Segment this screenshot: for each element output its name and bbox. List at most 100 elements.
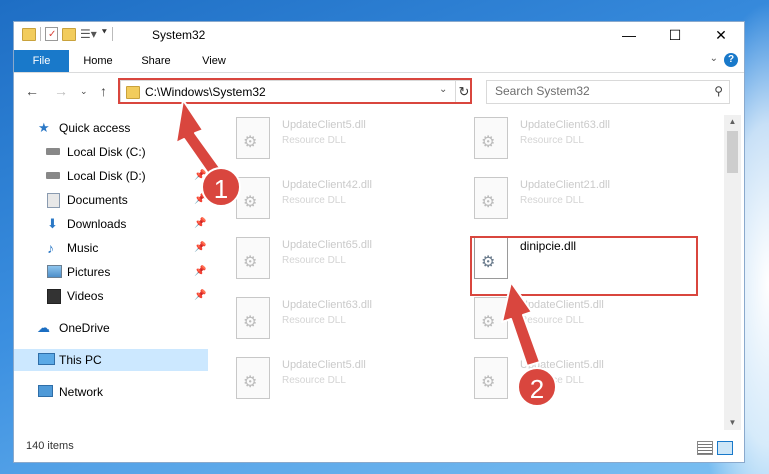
sidebar-item-label: OneDrive xyxy=(59,321,110,335)
file-item[interactable]: UpdateClient5.dll Resource DLL xyxy=(460,295,680,349)
sidebar-item-onedrive[interactable]: ☁ OneDrive xyxy=(14,317,208,339)
pin-icon[interactable]: 📌 xyxy=(194,213,206,235)
file-item[interactable]: UpdateClient5.dll Resource DLL xyxy=(222,355,442,409)
file-item[interactable]: UpdateClient21.dll Resource DLL xyxy=(460,175,680,229)
expand-ribbon-icon[interactable]: ⌄ xyxy=(710,53,718,64)
step-2-badge: 2 xyxy=(517,367,557,407)
sidebar-item-label: Quick access xyxy=(59,121,131,135)
dll-file-icon xyxy=(474,297,508,339)
scroll-up-icon[interactable]: ▲ xyxy=(724,115,741,129)
pin-icon[interactable]: 📌 xyxy=(194,237,206,259)
sidebar-item-label: Network xyxy=(59,385,104,399)
search-box[interactable]: ⚲ xyxy=(486,80,730,104)
scroll-thumb[interactable] xyxy=(727,131,738,173)
sidebar-item-documents[interactable]: Documents 📌 xyxy=(14,189,208,211)
dll-file-icon xyxy=(236,297,270,339)
status-bar: 140 items xyxy=(14,430,744,462)
tab-share[interactable]: Share xyxy=(134,50,178,72)
sidebar-item-label: Videos xyxy=(67,289,104,303)
folder-icon xyxy=(22,27,36,41)
dll-file-icon xyxy=(236,237,270,279)
recent-locations-icon[interactable]: ⌄ xyxy=(80,86,88,97)
navigation-pane: ★ Quick access Local Disk (C:) 📌 Local D… xyxy=(14,115,208,420)
title-bar: ✓ ☰▾ ⯆ System32 — ☐ ✕ xyxy=(14,22,744,48)
toolbar-divider xyxy=(111,27,113,41)
forward-arrow-icon[interactable]: → xyxy=(54,83,68,99)
quick-access-toolbar: ✓ ☰▾ ⯆ xyxy=(22,27,113,41)
tab-file[interactable]: File xyxy=(14,50,69,72)
navigation-bar: ← → ⌄ ↑ C:\Windows\System32 ⌄ ↻ ⚲ xyxy=(14,73,744,109)
drive-icon xyxy=(46,172,60,179)
view-options-icon[interactable]: ☰▾ xyxy=(80,27,97,41)
tab-home[interactable]: Home xyxy=(76,50,120,72)
sidebar-item-music[interactable]: ♪ Music 📌 xyxy=(14,237,208,259)
up-arrow-icon[interactable]: ↑ xyxy=(100,83,107,99)
file-name: UpdateClient65.dll xyxy=(282,239,372,251)
sidebar-item-local-disk-d[interactable]: Local Disk (D:) 📌 xyxy=(14,165,208,187)
large-icons-view-icon[interactable] xyxy=(717,441,733,455)
file-type: Resource DLL xyxy=(282,255,346,266)
dll-file-icon xyxy=(474,177,508,219)
customize-toolbar-icon[interactable]: ⯆ xyxy=(101,27,108,41)
file-type: Resource DLL xyxy=(520,315,584,326)
star-icon: ★ xyxy=(38,120,50,135)
file-name: UpdateClient21.dll xyxy=(520,179,610,191)
file-name: UpdateClient5.dll xyxy=(282,359,366,371)
videos-icon xyxy=(47,289,61,304)
sidebar-item-label: Downloads xyxy=(67,217,127,231)
back-arrow-icon[interactable]: ← xyxy=(25,83,39,99)
dll-file-icon xyxy=(474,117,508,159)
sidebar-item-pictures[interactable]: Pictures 📌 xyxy=(14,261,208,283)
computer-icon xyxy=(38,353,55,365)
scroll-down-icon[interactable]: ▼ xyxy=(724,416,741,430)
address-highlight-box xyxy=(118,78,472,104)
sidebar-item-network[interactable]: Network xyxy=(14,381,208,403)
file-name: UpdateClient42.dll xyxy=(282,179,372,191)
pin-icon[interactable]: 📌 xyxy=(194,285,206,307)
file-highlight-box xyxy=(470,236,698,296)
vertical-scrollbar[interactable]: ▲ ▼ xyxy=(724,115,741,430)
properties-icon[interactable]: ✓ xyxy=(45,27,58,41)
ribbon-tabs: File Home Share View ⌄ ? xyxy=(14,50,744,73)
sidebar-item-local-disk-c[interactable]: Local Disk (C:) 📌 xyxy=(14,141,208,163)
pin-icon[interactable]: 📌 xyxy=(194,261,206,283)
explorer-window: ✓ ☰▾ ⯆ System32 — ☐ ✕ File Home Share Vi… xyxy=(14,22,744,462)
dll-file-icon xyxy=(236,357,270,399)
sidebar-item-label: Local Disk (C:) xyxy=(67,145,146,159)
file-type: Resource DLL xyxy=(282,375,346,386)
sidebar-item-videos[interactable]: Videos 📌 xyxy=(14,285,208,307)
sidebar-item-label: Local Disk (D:) xyxy=(67,169,146,183)
file-item[interactable]: UpdateClient63.dll Resource DLL xyxy=(222,295,442,349)
tab-view[interactable]: View xyxy=(192,50,236,72)
file-type: Resource DLL xyxy=(520,135,584,146)
close-button[interactable]: ✕ xyxy=(698,22,744,48)
window-title: System32 xyxy=(152,28,206,42)
pictures-icon xyxy=(47,265,62,278)
details-view-icon[interactable] xyxy=(697,441,713,455)
maximize-button[interactable]: ☐ xyxy=(652,22,698,48)
network-icon xyxy=(38,385,53,397)
file-item[interactable]: UpdateClient42.dll Resource DLL xyxy=(222,175,442,229)
file-type: Resource DLL xyxy=(282,135,346,146)
file-item[interactable]: UpdateClient5.dll Resource DLL xyxy=(222,115,442,169)
file-name: UpdateClient63.dll xyxy=(520,119,610,131)
drive-icon xyxy=(46,148,60,155)
search-input[interactable] xyxy=(487,81,710,101)
pin-icon[interactable]: 📌 xyxy=(194,141,206,163)
minimize-button[interactable]: — xyxy=(606,22,652,48)
sidebar-item-label: Music xyxy=(67,241,99,255)
sidebar-item-this-pc[interactable]: This PC xyxy=(14,349,208,371)
file-type: Resource DLL xyxy=(282,195,346,206)
dll-file-icon xyxy=(236,177,270,219)
dll-file-icon xyxy=(474,357,508,399)
sidebar-item-quick-access[interactable]: ★ Quick access xyxy=(14,117,208,139)
search-icon[interactable]: ⚲ xyxy=(714,84,723,98)
help-button[interactable]: ? xyxy=(724,53,738,67)
file-item[interactable]: UpdateClient5.dll Resource DLL xyxy=(460,355,680,409)
music-icon: ♪ xyxy=(47,240,54,256)
sidebar-item-label: This PC xyxy=(59,353,102,367)
file-item[interactable]: UpdateClient63.dll Resource DLL xyxy=(460,115,680,169)
sidebar-item-downloads[interactable]: ⬇ Downloads 📌 xyxy=(14,213,208,235)
file-item[interactable]: UpdateClient65.dll Resource DLL xyxy=(222,235,442,289)
new-folder-icon[interactable] xyxy=(62,27,76,41)
